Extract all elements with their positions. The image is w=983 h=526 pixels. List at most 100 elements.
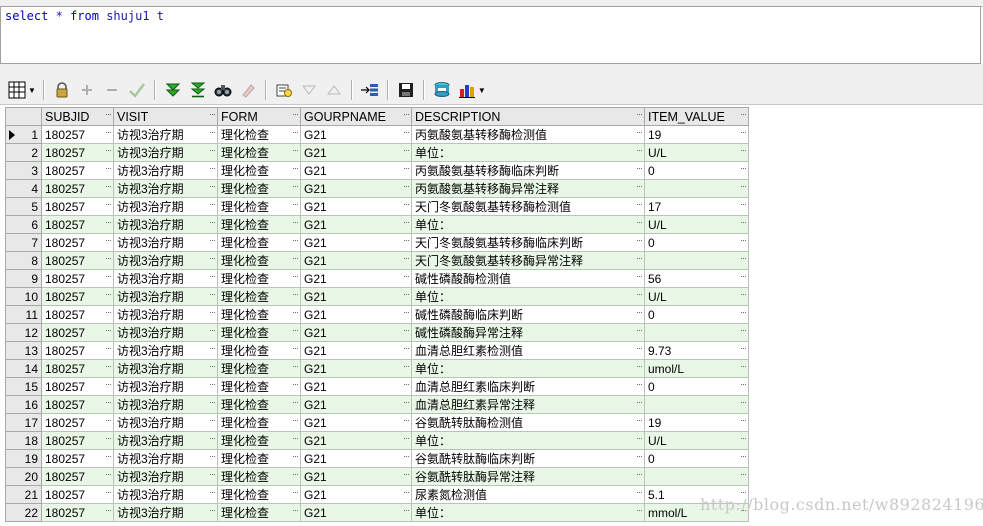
table-row[interactable]: 12 180257 ··· 访视3治疗期 ··· 理化检查 ··· G21 ··· 碱性磷酸酶异常… <box>5 323 749 342</box>
cell-item-value[interactable]: 17 ··· <box>644 197 749 216</box>
cell-item-value[interactable]: 0 ··· <box>644 233 749 252</box>
cell-gourpname[interactable]: G21 ··· <box>300 197 412 216</box>
table-row[interactable]: 18 180257 ··· 访视3治疗期 ··· 理化检查 ··· G21 ··· 单位： ··· U… <box>5 431 749 450</box>
cell-subjid[interactable]: 180257 ··· <box>41 269 114 288</box>
table-row[interactable]: 16 180257 ··· 访视3治疗期 ··· 理化检查 ··· G21 ··· 血清总胆红素异… <box>5 395 749 414</box>
cell-item-value[interactable]: 0 ··· <box>644 305 749 324</box>
cell-subjid[interactable]: 180257 ··· <box>41 125 114 144</box>
cell-form[interactable]: 理化检查 ··· <box>217 197 301 216</box>
cell-ellipsis-icon[interactable]: ··· <box>292 415 299 425</box>
cell-ellipsis-icon[interactable]: ··· <box>105 361 112 371</box>
column-header-form[interactable]: FORM ··· <box>217 107 301 126</box>
cell-subjid[interactable]: 180257 ··· <box>41 197 114 216</box>
cell-ellipsis-icon[interactable]: ··· <box>292 217 299 227</box>
cell-ellipsis-icon[interactable]: ··· <box>209 469 216 479</box>
row-number-cell[interactable]: 9 <box>5 269 42 288</box>
cell-ellipsis-icon[interactable]: ··· <box>403 487 410 497</box>
cell-ellipsis-icon[interactable]: ··· <box>209 217 216 227</box>
cell-subjid[interactable]: 180257 ··· <box>41 449 114 468</box>
cell-subjid[interactable]: 180257 ··· <box>41 341 114 360</box>
cell-description[interactable]: 碱性磷酸酶临床判断 ··· <box>411 305 645 324</box>
cell-ellipsis-icon[interactable]: ··· <box>636 361 643 371</box>
cell-description[interactable]: 碱性磷酸酶检测值 ··· <box>411 269 645 288</box>
cell-visit[interactable]: 访视3治疗期 ··· <box>113 377 218 396</box>
cell-visit[interactable]: 访视3治疗期 ··· <box>113 197 218 216</box>
table-row[interactable]: 3 180257 ··· 访视3治疗期 ··· 理化检查 ··· G21 ··· 丙氨酸氨基转移酶… <box>5 161 749 180</box>
cell-ellipsis-icon[interactable]: ··· <box>403 451 410 461</box>
cell-ellipsis-icon[interactable]: ··· <box>209 451 216 461</box>
cell-ellipsis-icon[interactable]: ··· <box>105 235 112 245</box>
clear-icon[interactable] <box>237 79 259 101</box>
cell-form[interactable]: 理化检查 ··· <box>217 125 301 144</box>
cell-subjid[interactable]: 180257 ··· <box>41 431 114 450</box>
record-icon[interactable] <box>359 79 381 101</box>
table-row[interactable]: 11 180257 ··· 访视3治疗期 ··· 理化检查 ··· G21 ··· 碱性磷酸酶临床… <box>5 305 749 324</box>
cell-ellipsis-icon[interactable]: ··· <box>403 271 410 281</box>
table-row[interactable]: 19 180257 ··· 访视3治疗期 ··· 理化检查 ··· G21 ··· 谷氨酰转肽酶临… <box>5 449 749 468</box>
cell-ellipsis-icon[interactable]: ··· <box>403 505 410 515</box>
table-row[interactable]: 5 180257 ··· 访视3治疗期 ··· 理化检查 ··· G21 ··· 天门冬氨酸氨基转… <box>5 197 749 216</box>
cell-form[interactable]: 理化检查 ··· <box>217 305 301 324</box>
cell-ellipsis-icon[interactable]: ··· <box>740 127 747 137</box>
cell-ellipsis-icon[interactable]: ··· <box>403 415 410 425</box>
cell-ellipsis-icon[interactable]: ··· <box>740 307 747 317</box>
cell-ellipsis-icon[interactable]: ··· <box>740 343 747 353</box>
cell-ellipsis-icon[interactable]: ··· <box>740 217 747 227</box>
cell-ellipsis-icon[interactable]: ··· <box>209 271 216 281</box>
cell-gourpname[interactable]: G21 ··· <box>300 341 412 360</box>
cell-item-value[interactable]: 0 ··· <box>644 377 749 396</box>
column-ellipsis-icon[interactable]: ··· <box>105 109 112 119</box>
cell-item-value[interactable]: ··· <box>644 251 749 270</box>
cell-subjid[interactable]: 180257 ··· <box>41 377 114 396</box>
cell-ellipsis-icon[interactable]: ··· <box>636 199 643 209</box>
cell-ellipsis-icon[interactable]: ··· <box>105 289 112 299</box>
cell-description[interactable]: 谷氨酰转肽酶检测值 ··· <box>411 413 645 432</box>
cell-visit[interactable]: 访视3治疗期 ··· <box>113 125 218 144</box>
cell-ellipsis-icon[interactable]: ··· <box>105 469 112 479</box>
cell-item-value[interactable]: 0 ··· <box>644 161 749 180</box>
cell-form[interactable]: 理化检查 ··· <box>217 341 301 360</box>
cell-ellipsis-icon[interactable]: ··· <box>209 361 216 371</box>
cell-ellipsis-icon[interactable]: ··· <box>740 163 747 173</box>
cell-visit[interactable]: 访视3治疗期 ··· <box>113 413 218 432</box>
cell-subjid[interactable]: 180257 ··· <box>41 233 114 252</box>
cell-ellipsis-icon[interactable]: ··· <box>105 505 112 515</box>
cell-gourpname[interactable]: G21 ··· <box>300 431 412 450</box>
cell-ellipsis-icon[interactable]: ··· <box>740 181 747 191</box>
cell-visit[interactable]: 访视3治疗期 ··· <box>113 269 218 288</box>
cell-subjid[interactable]: 180257 ··· <box>41 179 114 198</box>
cell-visit[interactable]: 访视3治疗期 ··· <box>113 485 218 504</box>
cell-ellipsis-icon[interactable]: ··· <box>292 433 299 443</box>
column-ellipsis-icon[interactable]: ··· <box>636 109 643 119</box>
cell-ellipsis-icon[interactable]: ··· <box>740 325 747 335</box>
cell-ellipsis-icon[interactable]: ··· <box>105 451 112 461</box>
table-row[interactable]: 4 180257 ··· 访视3治疗期 ··· 理化检查 ··· G21 ··· 丙氨酸氨基转移酶… <box>5 179 749 198</box>
table-row[interactable]: 8 180257 ··· 访视3治疗期 ··· 理化检查 ··· G21 ··· 天门冬氨酸氨基转… <box>5 251 749 270</box>
table-row[interactable]: 20 180257 ··· 访视3治疗期 ··· 理化检查 ··· G21 ··· 谷氨酰转肽酶异… <box>5 467 749 486</box>
row-number-cell[interactable]: 8 <box>5 251 42 270</box>
cell-ellipsis-icon[interactable]: ··· <box>209 397 216 407</box>
export-icon[interactable] <box>431 79 453 101</box>
cell-ellipsis-icon[interactable]: ··· <box>209 379 216 389</box>
cell-ellipsis-icon[interactable]: ··· <box>740 289 747 299</box>
cell-ellipsis-icon[interactable]: ··· <box>292 487 299 497</box>
row-number-cell[interactable]: 18 <box>5 431 42 450</box>
row-number-cell[interactable]: 6 <box>5 215 42 234</box>
cell-ellipsis-icon[interactable]: ··· <box>740 415 747 425</box>
cell-gourpname[interactable]: G21 ··· <box>300 269 412 288</box>
cell-ellipsis-icon[interactable]: ··· <box>740 379 747 389</box>
cell-description[interactable]: 单位： ··· <box>411 359 645 378</box>
cell-ellipsis-icon[interactable]: ··· <box>105 307 112 317</box>
row-number-cell[interactable]: 10 <box>5 287 42 306</box>
cell-gourpname[interactable]: G21 ··· <box>300 179 412 198</box>
cell-ellipsis-icon[interactable]: ··· <box>292 253 299 263</box>
cell-ellipsis-icon[interactable]: ··· <box>636 379 643 389</box>
cell-ellipsis-icon[interactable]: ··· <box>740 253 747 263</box>
table-row[interactable]: 21 180257 ··· 访视3治疗期 ··· 理化检查 ··· G21 ··· 尿素氮检测值 ·… <box>5 485 749 504</box>
cell-subjid[interactable]: 180257 ··· <box>41 467 114 486</box>
cell-visit[interactable]: 访视3治疗期 ··· <box>113 323 218 342</box>
table-row[interactable]: 10 180257 ··· 访视3治疗期 ··· 理化检查 ··· G21 ··· 单位： ··· U… <box>5 287 749 306</box>
cell-form[interactable]: 理化检查 ··· <box>217 215 301 234</box>
cell-ellipsis-icon[interactable]: ··· <box>636 433 643 443</box>
row-number-cell[interactable]: 7 <box>5 233 42 252</box>
